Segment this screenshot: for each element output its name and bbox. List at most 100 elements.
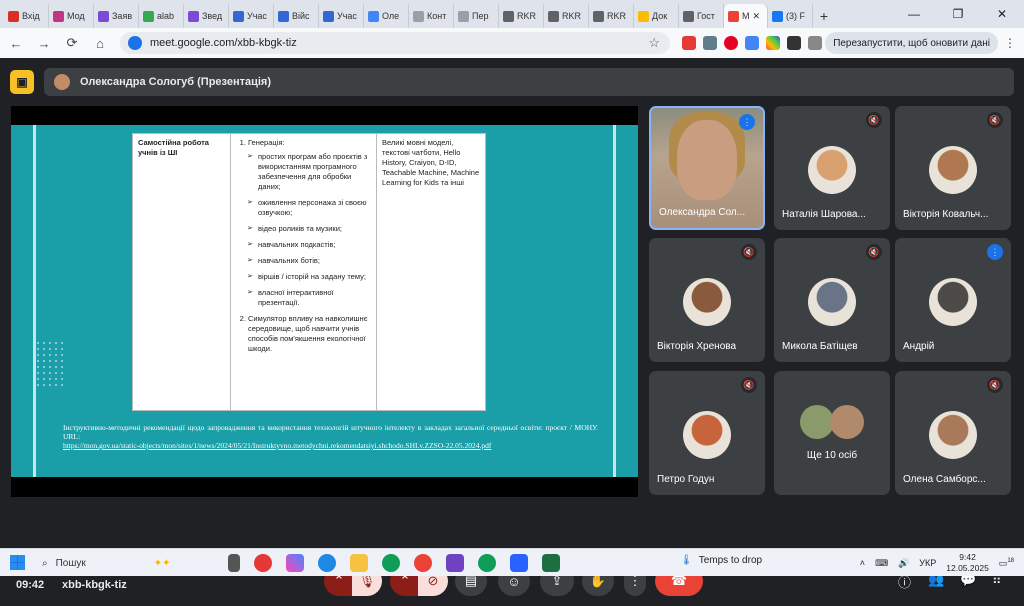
site-info-icon[interactable] <box>128 36 142 50</box>
browser-tab[interactable]: Звед <box>184 4 229 28</box>
tab-label: Війс <box>292 11 310 21</box>
list-item: навчальних ботів; <box>247 256 371 266</box>
app-icon[interactable] <box>510 554 528 572</box>
list-item: віршів / історій на задану тему; <box>247 272 371 282</box>
participant-name: Петро Годун <box>657 474 715 485</box>
participant-tile[interactable]: Ще 10 осіб <box>774 371 890 495</box>
browser-tab[interactable]: Учас <box>319 4 364 28</box>
tab-label: Заяв <box>112 11 133 21</box>
tab-favicon-icon <box>593 10 604 22</box>
tab-label: Мод <box>67 11 85 21</box>
translate-icon[interactable] <box>745 36 759 50</box>
browser-tab[interactable]: Вхід <box>4 4 49 28</box>
participant-tile[interactable]: 🔇 Петро Годун <box>649 371 765 495</box>
participant-tile[interactable]: 🔇 Вікторія Ковальч... <box>895 106 1011 230</box>
tab-favicon-icon <box>53 10 64 22</box>
avatar <box>929 278 977 326</box>
reload-icon[interactable]: ⟳ <box>60 31 84 55</box>
chrome-icon[interactable] <box>414 554 432 572</box>
table-cell-activities: Генерація: простих програм або проєктів … <box>230 133 377 411</box>
tab-label: RKR <box>562 11 582 21</box>
slide-dots-decoration <box>35 340 67 388</box>
extensions-puzzle-icon[interactable] <box>808 36 822 50</box>
tray-chevron-icon[interactable]: ˄ <box>860 558 865 568</box>
extension-icon[interactable] <box>682 36 696 50</box>
browser-menu-icon[interactable]: ⋮ <box>1004 36 1016 50</box>
clock-date: 12.05.2025 <box>946 563 989 573</box>
browser-tab[interactable]: Учас <box>229 4 274 28</box>
minimize-icon[interactable]: — <box>892 0 936 28</box>
browser-tab[interactable]: Заяв <box>94 4 139 28</box>
browser-tab[interactable]: Пер <box>454 4 499 28</box>
presentation-icon[interactable]: ▣ <box>10 70 34 94</box>
search-icon: ⌕ <box>42 557 48 569</box>
weather-widget[interactable]: 🌡 Temps to drop <box>680 555 762 566</box>
browser-tab[interactable]: Мод <box>49 4 94 28</box>
browser-tab[interactable]: Оле <box>364 4 409 28</box>
mic-muted-icon: 🔇 <box>741 244 757 260</box>
participant-tile[interactable]: 🔇 Олена Самборс... <box>895 371 1011 495</box>
tab-label: Оле <box>382 11 400 21</box>
tab-label: Гост <box>697 11 715 21</box>
qr-icon[interactable] <box>787 36 801 50</box>
forward-icon[interactable]: → <box>32 31 56 55</box>
browser-tab[interactable]: alab <box>139 4 184 28</box>
chrome-icon[interactable] <box>478 554 496 572</box>
browser-tab[interactable]: Док <box>634 4 679 28</box>
footnote-link[interactable]: https://mon.gov.ua/static-objects/mon/si… <box>63 441 598 450</box>
browser-tab[interactable]: Гост <box>679 4 724 28</box>
participant-grid: ⋮ Олександра Сол... 🔇 Наталія Шарова... 🔇 Вік… <box>649 106 1015 498</box>
file-explorer-icon[interactable] <box>350 554 368 572</box>
tab-label: (3) F <box>786 11 805 21</box>
browser-tab[interactable]: RKR <box>499 4 544 28</box>
tab-label: RKR <box>607 11 627 21</box>
network-icon[interactable]: ⌨ <box>875 558 888 569</box>
browser-tab[interactable]: (3) F <box>768 4 813 28</box>
taskbar-search[interactable]: ⌕ Пошук ✦✦ <box>36 553 206 573</box>
extension-icon[interactable] <box>703 36 717 50</box>
participant-tile[interactable]: ⋮ Андрій <box>895 238 1011 362</box>
back-icon[interactable]: ← <box>4 31 28 55</box>
tab-favicon-icon <box>233 10 244 22</box>
edge-icon[interactable] <box>318 554 336 572</box>
address-bar: ← → ⟳ ⌂ meet.google.com/xbb-kbgk-tiz ☆ П… <box>0 28 1024 58</box>
participant-tile[interactable]: 🔇 Вікторія Хренова <box>649 238 765 362</box>
volume-icon[interactable]: 🔊 <box>898 558 909 569</box>
bookmark-star-icon[interactable]: ☆ <box>648 35 660 51</box>
maximize-icon[interactable]: ❐ <box>936 0 980 28</box>
browser-tab[interactable]: Конт <box>409 4 454 28</box>
browser-tab[interactable]: RKR <box>589 4 634 28</box>
speaking-indicator-icon: ⋮ <box>987 244 1003 260</box>
participant-name: Ще 10 осіб <box>806 450 858 461</box>
url-text: meet.google.com/xbb-kbgk-tiz <box>150 37 297 49</box>
participant-tile[interactable]: 🔇 Наталія Шарова... <box>774 106 890 230</box>
excel-icon[interactable] <box>542 554 560 572</box>
clock[interactable]: 9:42 12.05.2025 <box>946 552 989 574</box>
pinterest-icon[interactable] <box>724 36 738 50</box>
new-tab-icon[interactable]: + <box>813 4 835 28</box>
participant-name: Олена Самборс... <box>903 474 986 485</box>
tab-favicon-icon <box>413 10 424 22</box>
participant-name: Вікторія Хренова <box>657 341 737 352</box>
app-icon[interactable] <box>446 554 464 572</box>
home-icon[interactable]: ⌂ <box>88 31 112 55</box>
copilot-icon[interactable] <box>286 554 304 572</box>
url-input[interactable]: meet.google.com/xbb-kbgk-tiz ☆ <box>120 32 670 54</box>
participant-tile[interactable]: 🔇 Микола Батіщев <box>774 238 890 362</box>
chrome-icon[interactable] <box>382 554 400 572</box>
slide: Самостійна робота учнів із ШІ Генерація:… <box>11 125 638 477</box>
presenter-bar: Олександра Сологуб (Презентація) <box>44 68 1014 96</box>
opera-icon[interactable] <box>254 554 272 572</box>
tab-close-icon[interactable]: ✕ <box>753 11 761 22</box>
restart-button[interactable]: Перезапустити, щоб оновити дані <box>825 32 998 54</box>
language-indicator[interactable]: УКР <box>919 558 936 568</box>
browser-tab[interactable]: RKR <box>544 4 589 28</box>
task-view-icon[interactable] <box>228 554 240 572</box>
close-icon[interactable]: ✕ <box>980 0 1024 28</box>
browser-tab[interactable]: Війс <box>274 4 319 28</box>
participant-tile[interactable]: ⋮ Олександра Сол... <box>649 106 765 230</box>
extension-icon[interactable] <box>766 36 780 50</box>
windows-start-icon[interactable] <box>10 555 25 570</box>
browser-tab[interactable]: М ✕ <box>724 4 768 28</box>
notifications-icon[interactable]: ▭18 <box>999 558 1014 569</box>
